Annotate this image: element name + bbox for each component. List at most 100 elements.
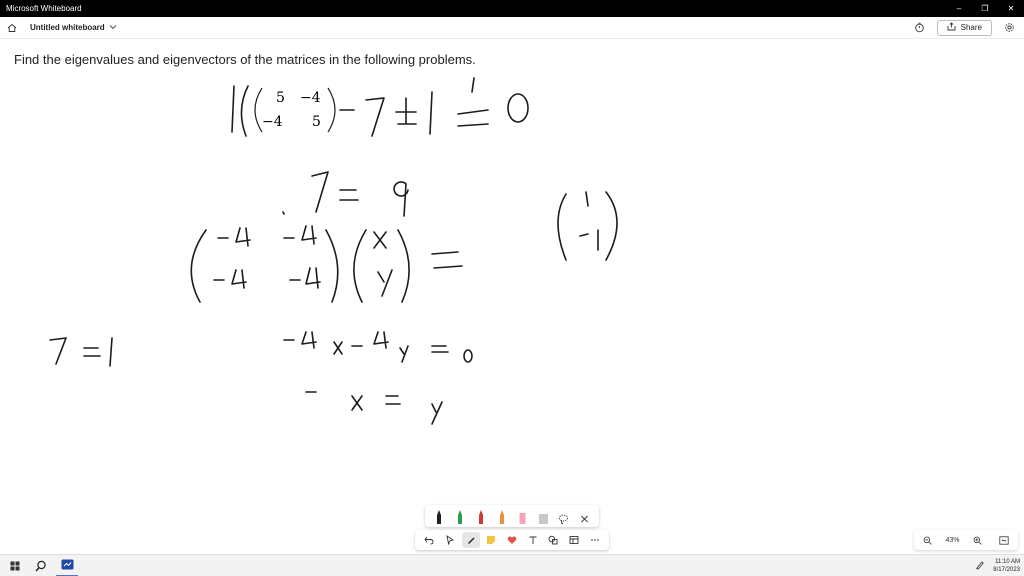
more-icon[interactable] [586,532,604,548]
ink-stroke [240,85,249,137]
whiteboard-app-icon[interactable] [56,555,78,576]
ink-stroke [585,191,589,207]
green-pen-body [458,510,463,524]
handwriting [49,77,618,425]
ink-stroke [399,345,409,363]
ink-stroke [339,189,359,201]
select-icon[interactable] [441,532,459,548]
windows-start-icon[interactable] [4,555,26,576]
ink-stroke [463,349,473,363]
board-name-dropdown[interactable]: Untitled whiteboard [30,23,117,32]
black-pen[interactable] [432,507,446,525]
typed-matrix: 5 −4 −4 5 [254,87,336,133]
ink-stroke [49,337,67,365]
appbar-right: Share [911,19,1018,37]
app-toolbar: Untitled whiteboard Share [0,17,1024,39]
ink-stroke [507,93,529,123]
restore-button[interactable]: ❐ [972,0,998,17]
whiteboard-canvas[interactable]: Find the eigenvalues and eigenvectors of… [0,40,1024,554]
share-label: Share [960,23,982,32]
close-window-button[interactable]: ✕ [998,0,1024,17]
ink-stroke [282,211,285,215]
clock-date: 8/17/2023 [993,566,1020,573]
text-icon[interactable] [524,532,542,548]
share-icon [947,22,956,33]
board-name: Untitled whiteboard [30,23,105,32]
undo-icon[interactable] [420,532,438,548]
chevron-down-icon [109,23,117,32]
window-title: Microsoft Whiteboard [6,4,82,13]
ink-stroke [289,267,321,289]
reactions-icon[interactable] [503,532,521,548]
pink-highlighter-body [519,513,526,524]
heart-fill [507,536,517,544]
ink-stroke [393,181,409,217]
zoom-in-icon[interactable] [968,532,986,548]
minimize-button[interactable]: – [946,0,972,17]
ink-stroke [557,193,567,261]
matrix-cell: −4 [262,114,283,130]
orange-pen-body [499,510,504,524]
matrix-cell: 5 [276,90,285,106]
ink-stroke [431,401,443,425]
pen-menu-icon[interactable] [975,557,985,575]
ink-stroke [217,227,251,247]
system-tray: 11:10 AM 8/17/2023 [975,557,1020,575]
close-icon[interactable] [578,507,592,525]
black-pen-body [437,510,442,524]
ink-stroke [395,97,417,125]
window-controls: – ❐ ✕ [946,0,1024,17]
ink-stroke [429,91,433,135]
ink-stroke [283,225,317,245]
search-icon[interactable] [30,555,52,576]
ink-stroke [311,171,329,213]
ink-stroke [109,337,113,367]
creation-toolbar [415,530,609,550]
clock[interactable]: 11:10 AM 8/17/2023 [993,558,1020,574]
ink-stroke [457,77,489,127]
ink-stroke [190,229,207,303]
gray-eraser-body [538,514,548,524]
fit-to-screen-icon[interactable] [995,532,1013,548]
pen-tray [425,505,599,527]
ink-stroke [431,345,449,353]
ink-stroke [373,231,387,249]
clock-time: 11:10 AM [995,558,1020,565]
ink-stroke [283,331,317,349]
ink-stroke [431,251,463,269]
matrix-cell: −4 [300,90,321,106]
matrix-cell: 5 [312,114,321,130]
ink-stroke [325,229,339,303]
red-pen-body [478,510,483,524]
ink-stroke [231,85,235,133]
lasso-icon[interactable] [557,507,571,525]
window-title-bar: Microsoft Whiteboard – ❐ ✕ [0,0,1024,17]
share-button[interactable]: Share [936,19,992,36]
sticky-note-icon[interactable] [482,532,500,548]
zoom-level[interactable]: 43% [945,537,959,544]
orange-pen[interactable] [495,507,509,525]
sticky-note-fill [487,536,496,544]
pink-highlighter[interactable] [515,507,529,525]
ink-stroke [213,269,247,289]
gear-icon[interactable] [1000,19,1018,37]
ink-stroke [333,341,343,355]
zoom-out-icon[interactable] [918,532,936,548]
ink-stroke [579,229,599,251]
windows-taskbar: 11:10 AM 8/17/2023 [0,554,1024,576]
gray-eraser[interactable] [536,507,550,525]
zoom-controls: 43% [914,530,1018,550]
ink-stroke [605,191,618,261]
ink-stroke [397,229,410,303]
home-icon[interactable] [2,18,22,38]
ink-stroke [365,97,385,137]
green-pen[interactable] [453,507,467,525]
shapes-icon[interactable] [544,532,562,548]
templates-icon[interactable] [565,532,583,548]
ink-stroke [351,331,389,349]
pen-icon[interactable] [461,532,480,548]
ink-stroke [83,347,101,357]
timer-icon[interactable] [911,19,929,37]
ink-layer: 5 −4 −4 5 [49,77,618,425]
red-pen[interactable] [474,507,488,525]
